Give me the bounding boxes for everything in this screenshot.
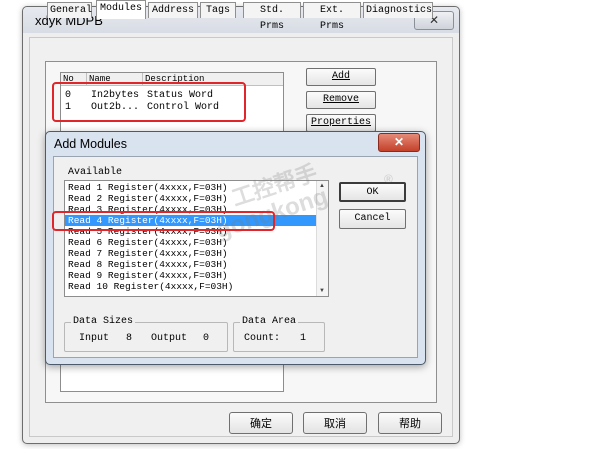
tab-modules[interactable]: Modules <box>96 0 146 19</box>
list-item[interactable]: Read 1 Register(4xxxx,F=03H) <box>65 182 317 193</box>
input-value: 8 <box>126 333 133 344</box>
remove-button[interactable]: Remove <box>306 91 376 109</box>
row-name: Out2b... <box>91 102 140 113</box>
data-sizes-group: Data Sizes Input 8 Output 0 <box>64 316 228 352</box>
list-item-selected[interactable]: Read 4 Register(4xxxx,F=03H) <box>65 215 317 226</box>
column-header-description[interactable]: Description <box>143 73 283 85</box>
row-description: Status Word <box>147 90 214 101</box>
output-value: 0 <box>203 333 210 344</box>
dialog-title: Add Modules <box>54 137 127 151</box>
tab-diagnostics[interactable]: Diagnostics <box>363 2 433 18</box>
list-item[interactable]: Read 3 Register(4xxxx,F=03H) <box>65 204 317 215</box>
list-item[interactable]: Read 5 Register(4xxxx,F=03H) <box>65 226 317 237</box>
output-label: Output <box>151 333 188 344</box>
list-item[interactable]: Read 2 Register(4xxxx,F=03H) <box>65 193 317 204</box>
cancel-button[interactable]: 取消 <box>303 412 367 434</box>
remove-button-label: Remove <box>322 94 359 105</box>
row-no: 1 <box>65 102 72 113</box>
add-button[interactable]: Add <box>306 68 376 86</box>
properties-button-label: Properties <box>310 117 371 128</box>
input-label: Input <box>79 333 110 344</box>
list-item[interactable]: Read 6 Register(4xxxx,F=03H) <box>65 237 317 248</box>
dialog-ok-button[interactable]: OK <box>339 182 406 202</box>
list-item[interactable]: Read 9 Register(4xxxx,F=03H) <box>65 270 317 281</box>
ok-button[interactable]: 确定 <box>229 412 293 434</box>
row-description: Control Word <box>147 102 220 113</box>
tab-ext-prms[interactable]: Ext. Prms <box>303 2 361 32</box>
properties-button[interactable]: Properties <box>306 114 376 132</box>
available-label: Available <box>68 167 123 178</box>
help-button[interactable]: 帮助 <box>378 412 442 434</box>
list-item[interactable]: Read 10 Register(4xxxx,F=03H) <box>65 281 317 292</box>
count-value: 1 <box>300 333 307 344</box>
dialog-close-icon[interactable]: ✕ <box>378 133 420 152</box>
data-area-title: Data Area <box>240 316 299 327</box>
add-button-label: Add <box>331 71 350 82</box>
list-item[interactable]: Read 8 Register(4xxxx,F=03H) <box>65 259 317 270</box>
tab-tags[interactable]: Tags <box>200 2 236 18</box>
row-no: 0 <box>65 90 72 101</box>
dialog-client: Available Read 1 Register(4xxxx,F=03H) R… <box>53 156 418 358</box>
list-header: No Name Description <box>61 73 283 86</box>
scroll-up-icon[interactable]: ▲ <box>319 183 325 189</box>
column-header-no[interactable]: No <box>61 73 87 85</box>
tab-std-prms[interactable]: Std. Prms <box>243 2 301 32</box>
column-header-name[interactable]: Name <box>87 73 143 85</box>
list-item[interactable]: Read 7 Register(4xxxx,F=03H) <box>65 248 317 259</box>
count-label: Count: <box>244 333 281 344</box>
data-area-group: Data Area Count: 1 <box>233 316 325 352</box>
available-list[interactable]: Read 1 Register(4xxxx,F=03H) Read 2 Regi… <box>64 180 329 297</box>
add-modules-dialog: Add Modules ✕ Available Read 1 Register(… <box>45 131 426 365</box>
tab-address[interactable]: Address <box>148 2 198 18</box>
dialog-cancel-button[interactable]: Cancel <box>339 209 406 229</box>
list-scrollbar[interactable]: ▲ ▼ <box>316 181 328 296</box>
data-sizes-title: Data Sizes <box>71 316 136 327</box>
row-name: In2bytes <box>91 90 140 101</box>
tab-general[interactable]: General <box>47 2 92 18</box>
scroll-down-icon[interactable]: ▼ <box>319 288 325 294</box>
